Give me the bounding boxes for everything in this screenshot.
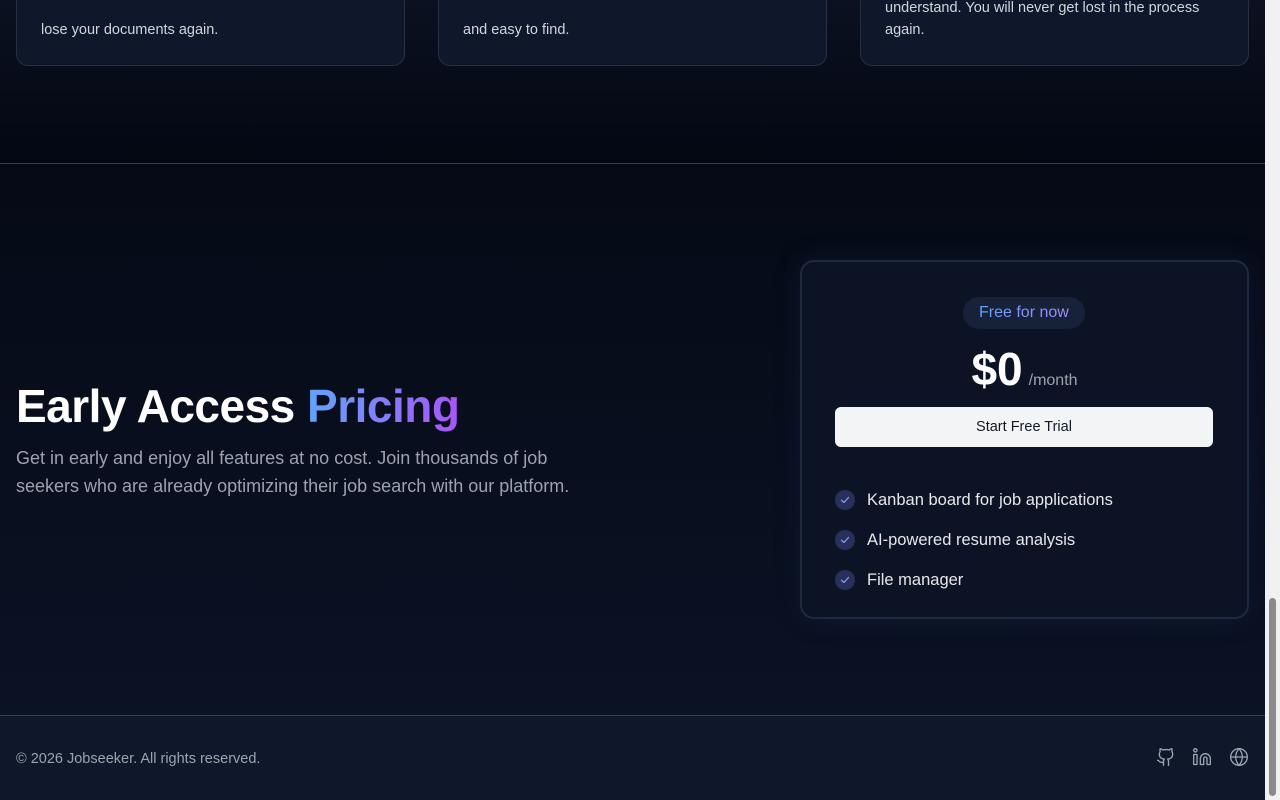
feature-description: lose your documents again. [41,22,219,38]
linkedin-icon [1192,747,1212,772]
check-icon [835,530,855,550]
pricing-feature-item: Kanban board for job applications [835,480,1113,520]
feature-card: lose your documents again. [16,0,405,66]
pricing-title: Early Access Pricing [16,379,460,433]
pricing-section: Early Access Pricing Get in early and en… [0,164,1265,715]
scrollbar[interactable] [1265,0,1280,800]
pricing-feature-item: File manager [835,560,1113,600]
github-link[interactable] [1155,747,1177,772]
pricing-feature-label: File manager [867,570,964,589]
linkedin-link[interactable] [1191,747,1213,772]
pricing-subtitle: Get in early and enjoy all features at n… [16,448,570,496]
check-icon [835,490,855,510]
scrollbar-thumb[interactable] [1269,598,1276,796]
copyright-text: © 2026 Jobseeker. All rights reserved. [16,751,261,767]
footer: © 2026 Jobseeker. All rights reserved. [0,716,1265,800]
price-amount: $0 [971,343,1023,395]
start-free-trial-button[interactable]: Start Free Trial [835,407,1213,447]
feature-card: understand. You will never get lost in t… [860,0,1249,66]
free-badge: Free for now [963,297,1085,329]
feature-description: understand. You will never get lost in t… [885,0,1200,38]
feature-description: and easy to find. [463,22,570,38]
pricing-title-main: Early Access [16,380,295,432]
check-icon [835,570,855,590]
globe-icon [1229,747,1249,772]
pricing-feature-label: AI-powered resume analysis [867,530,1076,549]
github-icon [1156,747,1176,772]
free-badge-label: Free for now [979,304,1069,321]
features-section: lose your documents again. and easy to f… [0,0,1265,163]
pricing-card: Free for now $0/month Start Free Trial K… [800,260,1249,619]
feature-card: and easy to find. [438,0,827,66]
pricing-title-accent: Pricing [307,380,460,432]
pricing-feature-list: Kanban board for job applications AI-pow… [835,480,1113,600]
page: lose your documents again. and easy to f… [0,0,1265,800]
price-row: $0/month [802,342,1247,396]
website-link[interactable] [1228,747,1250,772]
pricing-feature-label: Kanban board for job applications [867,490,1113,509]
price-period: /month [1028,372,1078,389]
pricing-feature-item: AI-powered resume analysis [835,520,1113,560]
